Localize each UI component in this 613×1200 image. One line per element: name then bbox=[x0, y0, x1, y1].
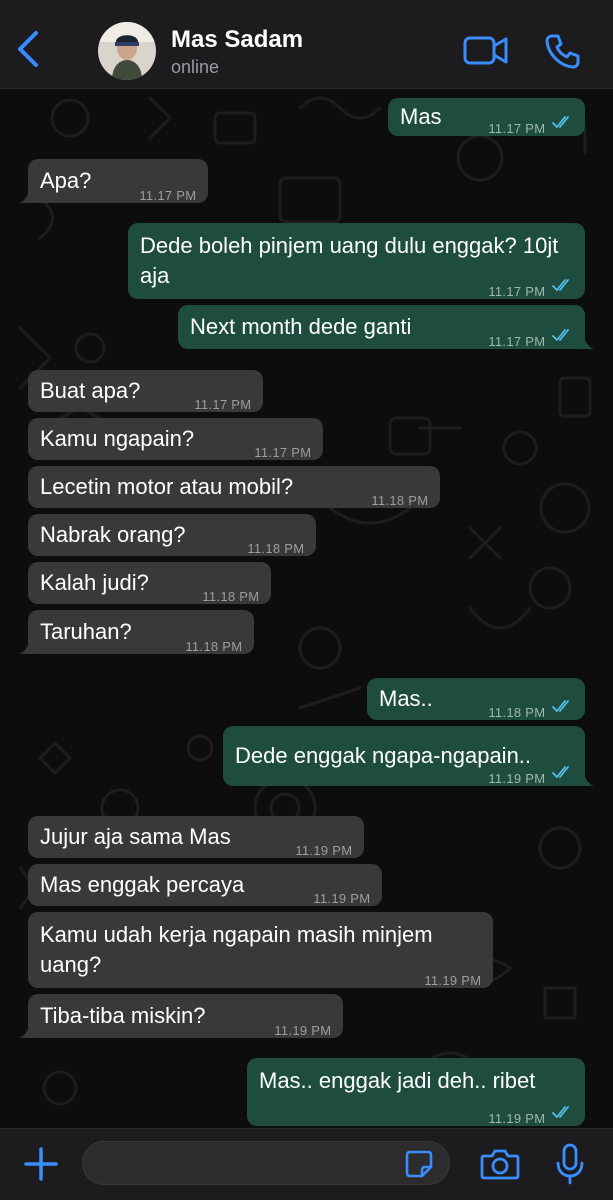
incoming-message[interactable]: Tiba-tiba miskin? 11.19 PM bbox=[19, 994, 343, 1038]
contact-avatar[interactable] bbox=[98, 22, 156, 80]
message-time: 11.19 PM bbox=[295, 843, 353, 858]
voice-call-button[interactable] bbox=[543, 31, 583, 71]
message-text: Kamu udah kerja ngapain masih minjem uan… bbox=[40, 922, 433, 977]
message-text: Nabrak orang? bbox=[40, 522, 186, 547]
incoming-message[interactable]: Kamu udah kerja ngapain masih minjem uan… bbox=[28, 912, 493, 988]
message-time: 11.17 PM bbox=[139, 188, 197, 203]
contact-name[interactable]: Mas Sadam bbox=[171, 26, 303, 54]
outgoing-message[interactable]: Mas.. enggak jadi deh.. ribet 11.19 PM bbox=[247, 1058, 585, 1126]
message-time: 11.18 PM bbox=[202, 589, 260, 604]
bubble-tail bbox=[19, 638, 35, 654]
message-time: 11.17 PM bbox=[194, 397, 252, 412]
phone-icon bbox=[545, 34, 580, 69]
camera-icon bbox=[480, 1149, 520, 1180]
double-check-icon bbox=[552, 1106, 569, 1118]
double-check-icon bbox=[552, 766, 569, 778]
message-time: 11.18 PM bbox=[185, 639, 243, 654]
incoming-message[interactable]: Buat apa? 11.17 PM bbox=[28, 370, 263, 412]
incoming-message[interactable]: Kalah judi? 11.18 PM bbox=[28, 562, 271, 604]
attach-button[interactable] bbox=[22, 1145, 60, 1183]
message-text: Kalah judi? bbox=[40, 570, 149, 595]
bubble-tail bbox=[19, 187, 35, 203]
message-text: Dede enggak ngapa-ngapain.. bbox=[235, 743, 532, 768]
message-time: 11.19 PM bbox=[488, 771, 546, 786]
outgoing-message[interactable]: Next month dede ganti 11.17 PM bbox=[178, 305, 594, 349]
incoming-message[interactable]: Kamu ngapain? 11.17 PM bbox=[28, 418, 323, 460]
message-text: Kamu ngapain? bbox=[40, 426, 195, 451]
video-camera-icon bbox=[463, 36, 508, 65]
message-input[interactable] bbox=[82, 1141, 450, 1185]
message-time: 11.19 PM bbox=[424, 973, 482, 988]
sticker-button[interactable] bbox=[404, 1149, 434, 1179]
message-text: Next month dede ganti bbox=[190, 314, 412, 339]
chat-screen: Mas Sadam online Mas 11.17 PM Apa? 11.17… bbox=[0, 0, 613, 1200]
message-time: 11.17 PM bbox=[488, 121, 546, 136]
double-check-icon bbox=[552, 116, 569, 128]
message-time: 11.18 PM bbox=[247, 541, 305, 556]
message-time: 11.18 PM bbox=[371, 493, 429, 508]
message-text: Taruhan? bbox=[40, 619, 132, 644]
message-text: Mas.. bbox=[379, 686, 433, 711]
outgoing-message[interactable]: Mas 11.17 PM bbox=[388, 98, 585, 136]
incoming-message[interactable]: Nabrak orang? 11.18 PM bbox=[28, 514, 316, 556]
composer-bar bbox=[0, 1128, 613, 1200]
plus-icon bbox=[24, 1147, 58, 1181]
microphone-icon bbox=[556, 1143, 584, 1185]
back-button[interactable] bbox=[8, 24, 48, 74]
chat-header: Mas Sadam online bbox=[0, 0, 613, 89]
message-text: Mas.. enggak jadi deh.. ribet bbox=[259, 1068, 536, 1093]
message-text: Lecetin motor atau mobil? bbox=[40, 474, 294, 499]
incoming-message[interactable]: Lecetin motor atau mobil? 11.18 PM bbox=[28, 466, 440, 508]
incoming-message[interactable]: Taruhan? 11.18 PM bbox=[19, 610, 254, 654]
bubble-tail bbox=[19, 1022, 35, 1038]
incoming-message[interactable]: Apa? 11.17 PM bbox=[19, 159, 208, 203]
message-time: 11.19 PM bbox=[488, 1111, 546, 1126]
message-list[interactable]: Mas 11.17 PM Apa? 11.17 PM Dede boleh pinjem… bbox=[0, 88, 613, 1128]
message-time: 11.19 PM bbox=[274, 1023, 332, 1038]
bubble-tail bbox=[578, 770, 594, 786]
voice-message-button[interactable] bbox=[555, 1143, 585, 1185]
message-text: Apa? bbox=[40, 168, 92, 193]
message-time: 11.17 PM bbox=[254, 445, 312, 460]
video-call-button[interactable] bbox=[462, 32, 510, 68]
sticker-icon bbox=[405, 1150, 433, 1178]
outgoing-message[interactable]: Dede enggak ngapa-ngapain.. 11.19 PM bbox=[223, 726, 594, 786]
outgoing-message[interactable]: Mas.. 11.18 PM bbox=[367, 678, 585, 720]
message-time: 11.17 PM bbox=[488, 284, 546, 299]
contact-status: online bbox=[171, 57, 220, 77]
chevron-left-icon bbox=[18, 31, 38, 67]
outgoing-message[interactable]: Dede boleh pinjem uang dulu enggak? 10jt… bbox=[128, 223, 585, 299]
double-check-icon bbox=[552, 700, 569, 712]
camera-button[interactable] bbox=[480, 1147, 520, 1181]
bubble-tail bbox=[578, 333, 594, 349]
message-text: Tiba-tiba miskin? bbox=[40, 1003, 206, 1028]
message-text: Jujur aja sama Mas bbox=[40, 824, 231, 849]
message-text: Mas enggak percaya bbox=[40, 872, 245, 897]
message-text: Mas bbox=[400, 104, 442, 129]
message-text: Buat apa? bbox=[40, 378, 141, 403]
incoming-message[interactable]: Jujur aja sama Mas 11.19 PM bbox=[28, 816, 364, 858]
incoming-message[interactable]: Mas enggak percaya 11.19 PM bbox=[28, 864, 382, 906]
message-time: 11.17 PM bbox=[488, 334, 546, 349]
double-check-icon bbox=[552, 329, 569, 341]
message-time: 11.19 PM bbox=[313, 891, 371, 906]
double-check-icon bbox=[552, 279, 569, 291]
message-time: 11.18 PM bbox=[488, 705, 546, 720]
